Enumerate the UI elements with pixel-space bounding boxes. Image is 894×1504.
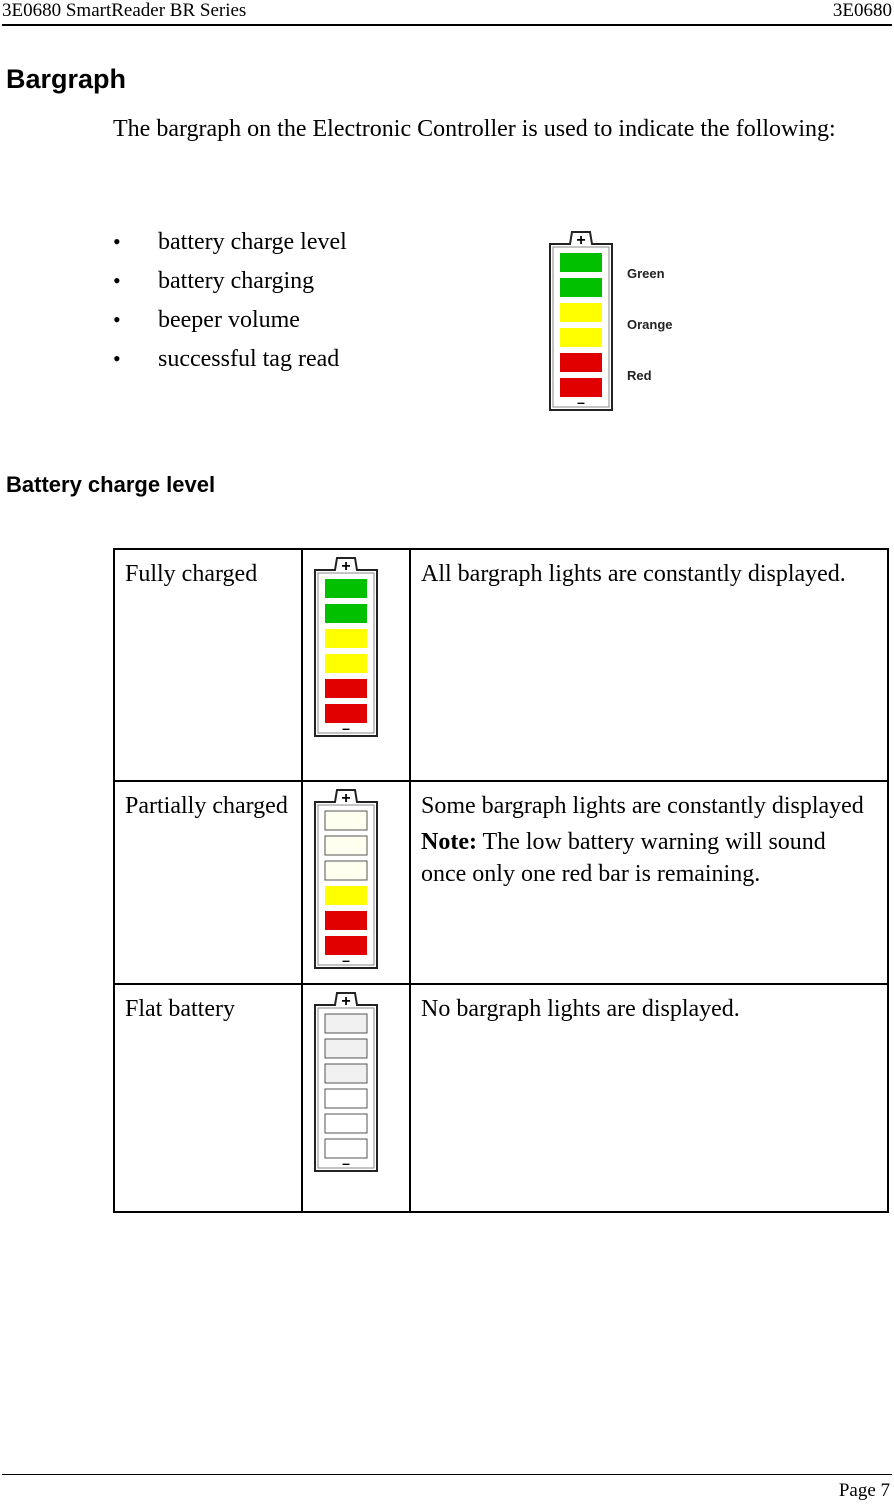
note-paragraph: Note: The low battery warning will sound…: [421, 826, 877, 890]
footer-divider: [2, 1474, 892, 1475]
description-text: No bargraph lights are displayed.: [421, 996, 740, 1022]
note-text: The low battery warning will sound once …: [421, 829, 826, 887]
battery-partial-icon: + –: [313, 786, 399, 979]
icon-cell: + –: [301, 548, 411, 782]
list-item: • battery charging: [113, 265, 347, 304]
battery-full-icon: + –: [313, 554, 399, 747]
feature-list: • battery charge level • battery charging …: [113, 226, 347, 382]
list-item: • battery charge level: [113, 226, 347, 265]
bullet-icon: •: [113, 307, 121, 332]
list-item: • beeper volume: [113, 304, 347, 343]
bullet-icon: •: [113, 268, 121, 293]
bargraph-segment: [560, 278, 602, 297]
description-text: All bargraph lights are constantly displ…: [421, 561, 846, 587]
state-cell: Flat battery: [113, 983, 303, 1213]
icon-cell: + –: [301, 780, 411, 985]
bargraph-segment: [324, 1013, 368, 1034]
plus-terminal-icon: +: [341, 558, 350, 575]
battery-svg: +–: [314, 789, 378, 969]
bargraph-segment: [324, 835, 368, 856]
bargraph-segment: [325, 579, 367, 598]
description-cell: All bargraph lights are constantly displ…: [409, 548, 889, 782]
legend-label-green: Green: [627, 266, 665, 281]
header-doc-title: 3E0680 SmartReader BR Series: [2, 0, 247, 21]
battery-legend-icon: + –: [548, 228, 614, 417]
table-row: Flat battery + – No bargraph lights are d…: [113, 983, 889, 1213]
subsection-title: Battery charge level: [6, 472, 216, 497]
table-row: Partially charged + – Some bargraph light…: [113, 780, 889, 985]
bullet-icon: •: [113, 229, 121, 254]
legend-label-orange: Orange: [627, 317, 673, 332]
page-header: 3E0680 SmartReader BR Series 3E0680: [2, 0, 892, 26]
bargraph-segment: [324, 1088, 368, 1109]
list-item-text: beeper volume: [158, 307, 300, 333]
battery-flat-icon: + –: [313, 989, 399, 1182]
bargraph-segment: [325, 886, 367, 905]
bargraph-segment: [324, 1113, 368, 1134]
bargraph-segment: [560, 353, 602, 372]
bargraph-segment: [325, 629, 367, 648]
minus-terminal-icon: –: [342, 1155, 350, 1171]
bargraph-segment: [324, 1038, 368, 1059]
minus-terminal-icon: –: [577, 394, 585, 410]
bargraph-segment: [324, 1063, 368, 1084]
page-number: Page 7: [838, 1480, 890, 1501]
table-row: Fully charged + – All bargraph lights are…: [113, 548, 889, 782]
header-doc-code: 3E0680: [832, 0, 892, 21]
intro-paragraph: The bargraph on the Electronic Controlle…: [113, 116, 836, 142]
battery-svg: +–: [549, 231, 613, 411]
bargraph-segment: [560, 253, 602, 272]
battery-svg: +–: [314, 992, 378, 1172]
legend-label-red: Red: [627, 368, 652, 383]
bargraph-segment: [325, 911, 367, 930]
minus-terminal-icon: –: [342, 952, 350, 968]
minus-terminal-icon: –: [342, 720, 350, 736]
description-cell: No bargraph lights are displayed.: [409, 983, 889, 1213]
bargraph-segment: [324, 860, 368, 881]
description-cell: Some bargraph lights are constantly disp…: [409, 780, 889, 985]
plus-terminal-icon: +: [576, 232, 585, 249]
list-item-text: battery charge level: [158, 229, 347, 255]
state-cell: Fully charged: [113, 548, 303, 782]
state-cell: Partially charged: [113, 780, 303, 985]
battery-svg: +–: [314, 557, 378, 737]
battery-level-table: Fully charged + – All bargraph lights are…: [113, 548, 889, 1213]
list-item-text: battery charging: [158, 268, 315, 294]
bargraph-segment: [560, 328, 602, 347]
bargraph-segment: [325, 604, 367, 623]
bargraph-segment: [325, 654, 367, 673]
bargraph-segment: [560, 303, 602, 322]
note-label: Note:: [421, 829, 477, 855]
description-text: Some bargraph lights are constantly disp…: [421, 793, 864, 819]
bullet-icon: •: [113, 346, 121, 371]
list-item: • successful tag read: [113, 343, 347, 382]
plus-terminal-icon: +: [341, 790, 350, 807]
plus-terminal-icon: +: [341, 993, 350, 1010]
bargraph-segment: [325, 679, 367, 698]
icon-cell: + –: [301, 983, 411, 1213]
bargraph-segment: [324, 810, 368, 831]
list-item-text: successful tag read: [158, 346, 340, 372]
section-title: Bargraph: [6, 64, 127, 94]
